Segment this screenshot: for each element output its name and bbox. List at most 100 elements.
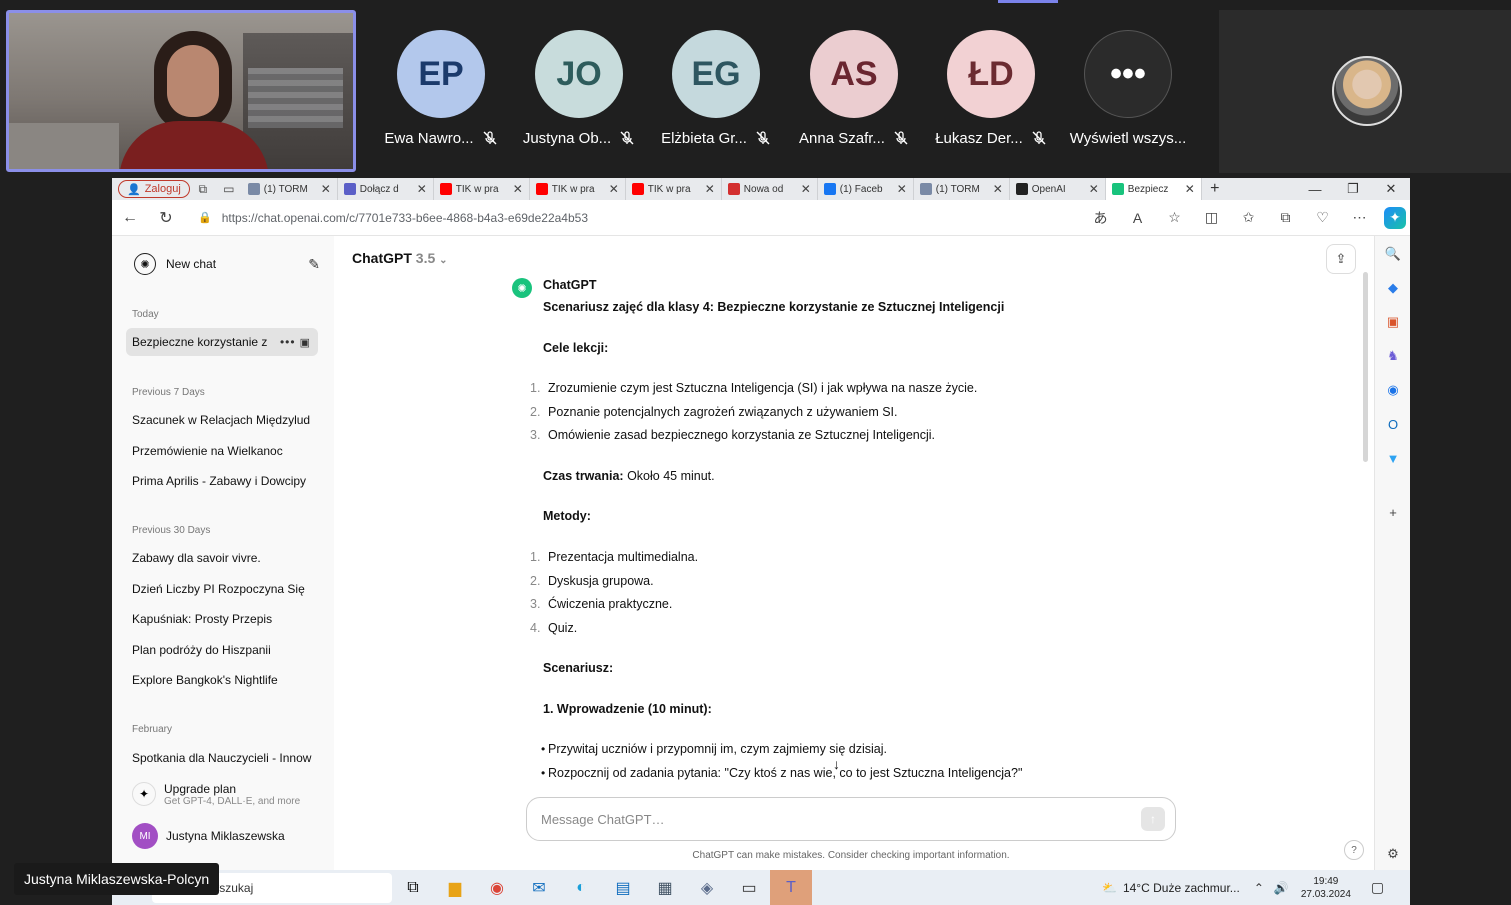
browser-essentials-icon[interactable]: ♡ xyxy=(1304,200,1341,236)
browser-tab[interactable]: TIK w pra ✕ xyxy=(434,178,530,200)
chat-history-item[interactable]: Bezpieczne korzystanie z ••• ▣ xyxy=(126,328,318,356)
url-field[interactable]: 🔒 https://chat.openai.com/c/7701e733-b6e… xyxy=(198,211,1018,225)
close-tab-icon[interactable]: ✕ xyxy=(417,182,427,196)
more-menu-icon[interactable]: ⋯ xyxy=(1341,200,1378,236)
participant-tile[interactable]: AS Anna Szafr... xyxy=(788,30,920,160)
help-button[interactable]: ? xyxy=(1344,840,1364,860)
participant-tile[interactable]: EP Ewa Nawro... xyxy=(375,30,507,160)
close-window-icon[interactable]: ✕ xyxy=(1372,178,1410,200)
shopping-tag-icon[interactable]: ◆ xyxy=(1383,278,1403,298)
participant-tile[interactable]: EG Elżbieta Gr... xyxy=(650,30,782,160)
close-tab-icon[interactable]: ✕ xyxy=(1089,182,1099,196)
store-icon[interactable]: ▤ xyxy=(602,870,644,905)
tab-title: (1) Faceb xyxy=(839,183,883,195)
clock[interactable]: 19:49 27.03.2024 xyxy=(1301,875,1351,901)
chat-history-item[interactable]: Explore Bangkok's Nightlife xyxy=(126,666,318,694)
notepad-icon[interactable]: ▭ xyxy=(728,870,770,905)
close-tab-icon[interactable]: ✕ xyxy=(705,182,715,196)
add-icon[interactable]: + xyxy=(1383,502,1403,522)
self-video-tile[interactable] xyxy=(6,10,356,172)
chat-history-item[interactable]: Kapuśniak: Prosty Przepis xyxy=(126,605,318,633)
model-selector[interactable]: ChatGPT 3.5 ⌄ xyxy=(352,250,448,266)
favorites-icon[interactable]: ✩ xyxy=(1230,200,1267,236)
weather-text: 14°C Duże zachmur... xyxy=(1122,880,1240,895)
read-aloud-icon[interactable]: A xyxy=(1119,200,1156,236)
file-explorer-icon[interactable]: ▆ xyxy=(434,870,476,905)
workspaces-icon[interactable]: ⧉ xyxy=(190,178,216,200)
edge-icon[interactable]: ◐ xyxy=(560,870,602,905)
browser-tab[interactable]: TIK w pra ✕ xyxy=(626,178,722,200)
copilot-icon[interactable]: ✦ xyxy=(1384,206,1406,229)
participant-name-row: Elżbieta Gr... xyxy=(650,128,782,148)
minimize-icon[interactable]: — xyxy=(1296,178,1334,200)
more-options-icon[interactable]: ••• xyxy=(280,335,296,349)
scrollbar[interactable] xyxy=(1363,272,1368,462)
compose-icon[interactable]: ✎ xyxy=(308,256,320,273)
browser-tab[interactable]: (1) TORM ✕ xyxy=(242,178,338,200)
volume-icon[interactable]: 🔊 xyxy=(1274,881,1289,895)
restore-icon[interactable]: ❐ xyxy=(1334,178,1372,200)
message-input[interactable]: Message ChatGPT… ↑ xyxy=(526,797,1176,841)
chat-history-item[interactable]: Spotkania dla Nauczycieli - Innow xyxy=(126,744,318,772)
archive-icon[interactable]: ▣ xyxy=(300,336,310,349)
weather-widget[interactable]: ⛅ 14°C Duże zachmur... xyxy=(1102,881,1240,895)
favorite-star-icon[interactable]: ☆ xyxy=(1156,200,1193,236)
user-menu[interactable]: MI Justyna Miklaszewska xyxy=(132,821,285,851)
collections-icon[interactable]: ⧉ xyxy=(1267,200,1304,236)
chat-history-item[interactable]: Dzień Liczby PI Rozpoczyna Się xyxy=(126,575,318,603)
chat-history-item[interactable]: Przemówienie na Wielkanoc xyxy=(126,437,318,465)
gear-icon[interactable]: ⚙ xyxy=(1383,844,1403,864)
send-arrow-icon[interactable]: ↑ xyxy=(1141,807,1165,831)
tools-icon[interactable]: ▣ xyxy=(1383,312,1403,332)
browser-tab[interactable]: (1) TORM ✕ xyxy=(914,178,1010,200)
chat-history-item[interactable]: Plan podróży do Hiszpanii xyxy=(126,636,318,664)
chat-history-item[interactable]: Zabawy dla savoir vivre. xyxy=(126,544,318,572)
participant-tile[interactable]: ŁD Łukasz Der... xyxy=(925,30,1057,160)
close-tab-icon[interactable]: ✕ xyxy=(801,182,811,196)
close-tab-icon[interactable]: ✕ xyxy=(897,182,907,196)
tab-title: OpenAI xyxy=(1031,183,1066,195)
participant-tile[interactable]: JO Justyna Ob... xyxy=(513,30,645,160)
tab-actions-icon[interactable]: ▭ xyxy=(216,178,242,200)
teams-icon[interactable]: T xyxy=(770,870,812,905)
drop-icon[interactable]: ▼ xyxy=(1383,448,1403,468)
microsoft365-icon[interactable]: ◉ xyxy=(1383,380,1403,400)
mail-icon[interactable]: ✉ xyxy=(518,870,560,905)
outlook-icon[interactable]: O xyxy=(1383,414,1403,434)
new-tab-button[interactable]: + xyxy=(1202,180,1228,198)
chat-history-item[interactable]: Szacunek w Relacjach Międzylud xyxy=(126,406,318,434)
new-chat-button[interactable]: ✺ New chat ✎ xyxy=(124,244,324,284)
remote-video-tile[interactable] xyxy=(1219,10,1511,173)
refresh-button[interactable]: ↻ xyxy=(148,200,184,236)
browser-tab[interactable]: (1) Faceb ✕ xyxy=(818,178,914,200)
list-item-text: Poznanie potencjalnych zagrożeń związany… xyxy=(548,404,898,419)
translate-icon[interactable]: あ xyxy=(1082,200,1119,236)
search-icon[interactable]: 🔍 xyxy=(1383,244,1403,264)
notification-icon[interactable]: ▢ xyxy=(1371,879,1384,896)
split-screen-icon[interactable]: ◫ xyxy=(1193,200,1230,236)
close-tab-icon[interactable]: ✕ xyxy=(609,182,619,196)
games-icon[interactable]: ♞ xyxy=(1383,346,1403,366)
chat-history-item[interactable]: Prima Aprilis - Zabawy i Dowcipy xyxy=(126,467,318,495)
browser-tab[interactable]: OpenAI ✕ xyxy=(1010,178,1106,200)
close-tab-icon[interactable]: ✕ xyxy=(513,182,523,196)
back-button[interactable]: ← xyxy=(112,200,148,236)
profile-login-button[interactable]: 👤 Zaloguj xyxy=(118,180,190,198)
participant-name: Justyna Ob... xyxy=(522,129,612,147)
task-view-icon[interactable]: ⧉ xyxy=(392,870,434,905)
browser-tab[interactable]: Nowa od ✕ xyxy=(722,178,818,200)
chevron-up-icon[interactable]: ⌃ xyxy=(1254,881,1264,895)
participant-tile[interactable]: ••• Wyświetl wszys... xyxy=(1062,30,1194,160)
share-button[interactable]: ⇪ xyxy=(1326,244,1356,274)
close-tab-icon[interactable]: ✕ xyxy=(321,182,331,196)
browser-tab[interactable]: TIK w pra ✕ xyxy=(530,178,626,200)
close-tab-icon[interactable]: ✕ xyxy=(1185,182,1195,196)
browser-tab[interactable]: Dołącz d ✕ xyxy=(338,178,434,200)
scroll-down-arrow-icon[interactable]: ↓ xyxy=(833,756,840,772)
chrome-icon[interactable]: ◉ xyxy=(476,870,518,905)
app-icon[interactable]: ▦ xyxy=(644,870,686,905)
close-tab-icon[interactable]: ✕ xyxy=(993,182,1003,196)
browser-tab[interactable]: Bezpiecz ✕ xyxy=(1105,178,1202,200)
upgrade-plan-button[interactable]: ✦ Upgrade plan Get GPT-4, DALL·E, and mo… xyxy=(132,776,322,812)
app-icon-2[interactable]: ◈ xyxy=(686,870,728,905)
